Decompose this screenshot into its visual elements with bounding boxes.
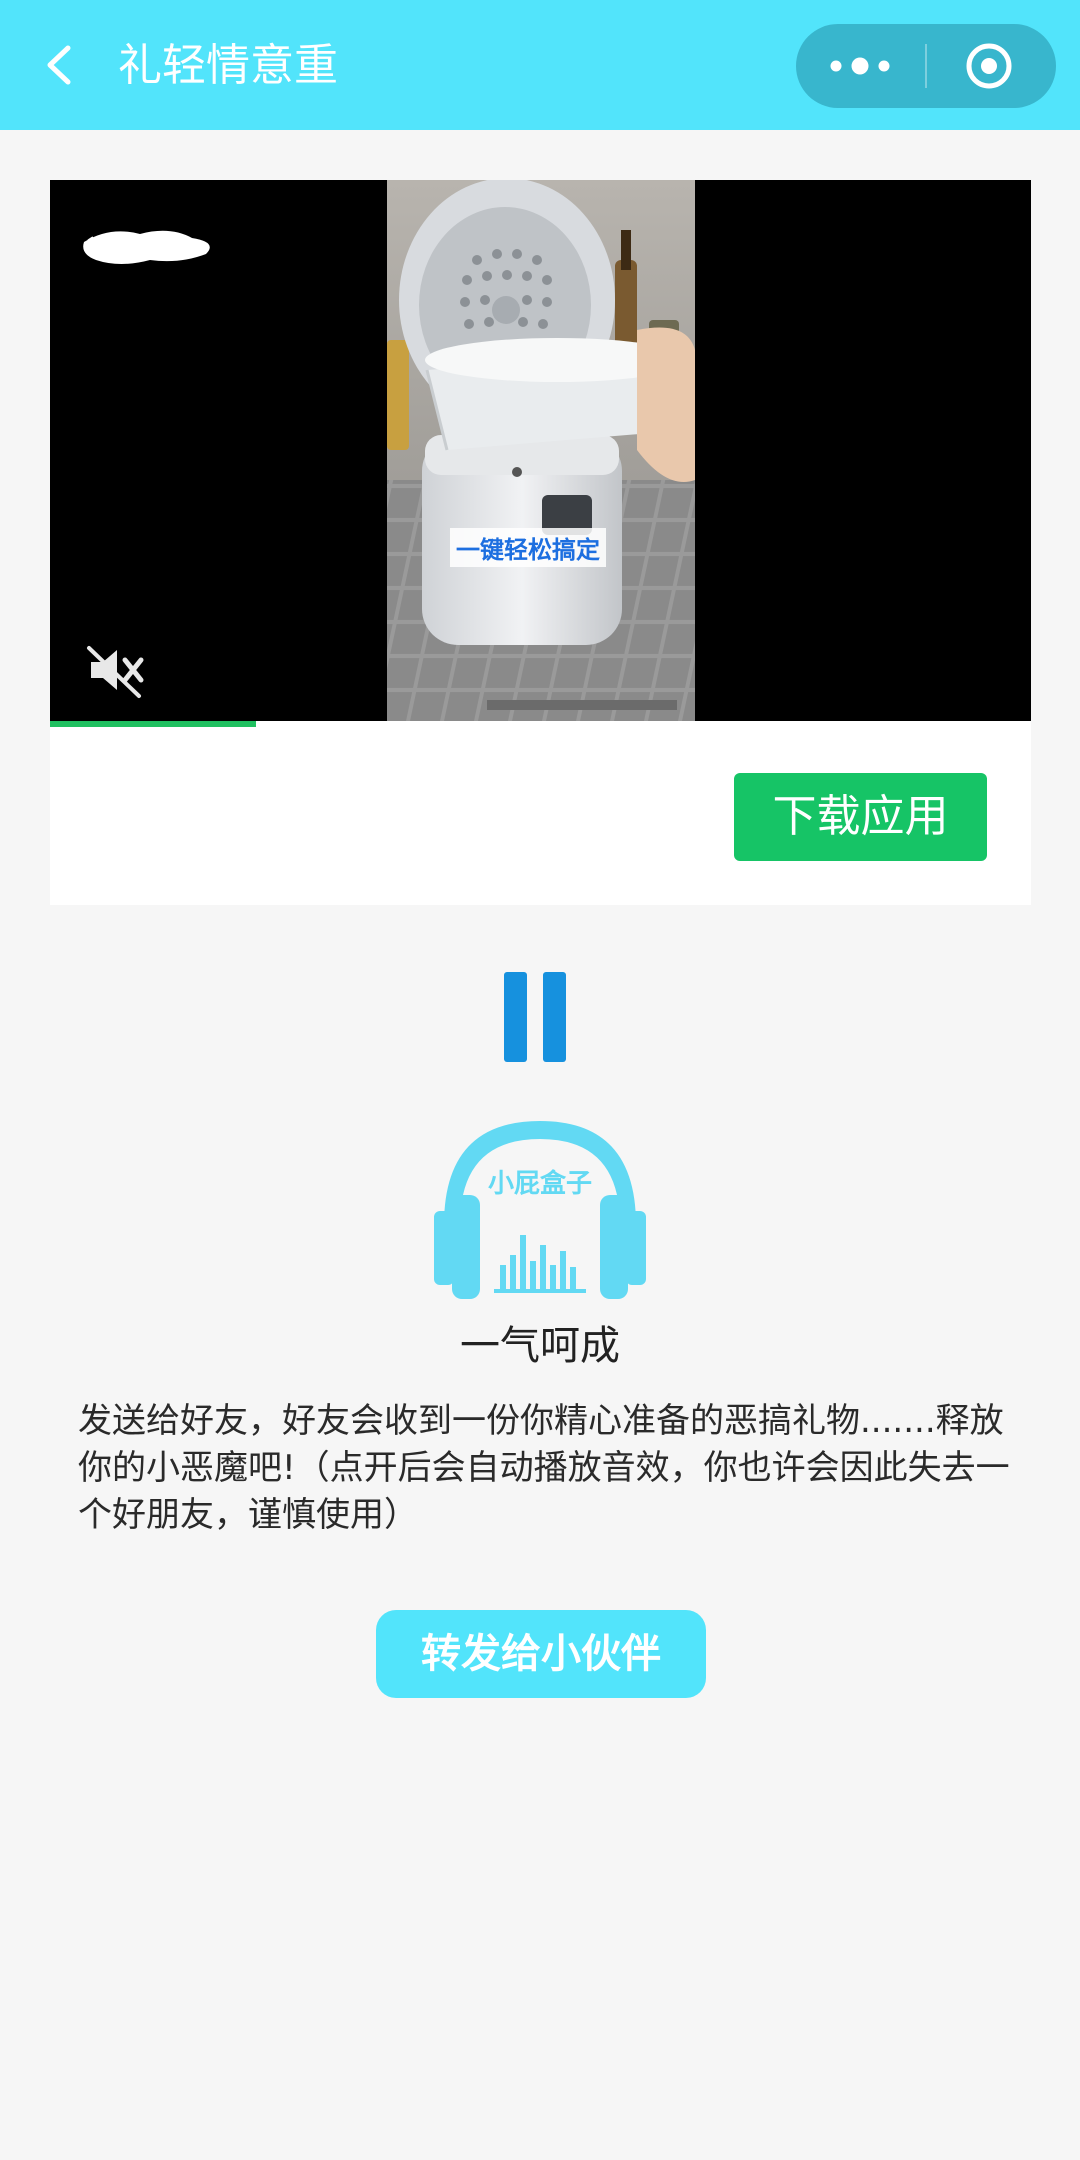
download-app-button[interactable]: 下载应用 — [734, 773, 987, 861]
page-title: 礼轻情意重 — [118, 40, 338, 91]
rice-cooker-video-frame — [387, 180, 695, 723]
video-progress-fill — [50, 721, 256, 727]
pause-button[interactable] — [500, 972, 570, 1062]
sound-title: 一气呵成 — [460, 1323, 620, 1369]
video-caption: 一键轻松搞定 — [450, 528, 606, 567]
target-circle-icon — [966, 43, 1012, 89]
headphones-logo: 小屁盒子 — [430, 1115, 650, 1305]
speaker-muted-icon — [87, 646, 144, 698]
video-progress-bar[interactable] — [50, 721, 1031, 727]
ad-video[interactable]: 一键轻松搞定 — [50, 180, 1031, 723]
logo-text: 小屁盒子 — [487, 1169, 592, 1199]
share-to-friends-button[interactable]: 转发给小伙伴 — [376, 1610, 706, 1698]
mute-toggle-button[interactable] — [85, 640, 145, 700]
pause-icon-bar — [543, 972, 566, 1062]
more-button[interactable] — [796, 24, 926, 108]
sound-description: 发送给好友，好友会收到一份你精心准备的恶搞礼物.......释放你的小恶魔吧!（… — [78, 1401, 1010, 1535]
close-miniprogram-button[interactable] — [927, 24, 1056, 108]
top-navbar: 礼轻情意重 — [0, 0, 1080, 130]
redacted-scribble — [83, 230, 210, 264]
video-ad-card: 一键轻松搞定 下载应用 — [50, 180, 1031, 905]
miniprogram-capsule — [796, 24, 1056, 108]
back-button[interactable] — [36, 30, 96, 100]
more-dots-icon — [830, 57, 890, 75]
headphones-icon — [434, 1121, 646, 1299]
chevron-left-icon — [47, 45, 71, 85]
pause-icon — [504, 972, 527, 1062]
